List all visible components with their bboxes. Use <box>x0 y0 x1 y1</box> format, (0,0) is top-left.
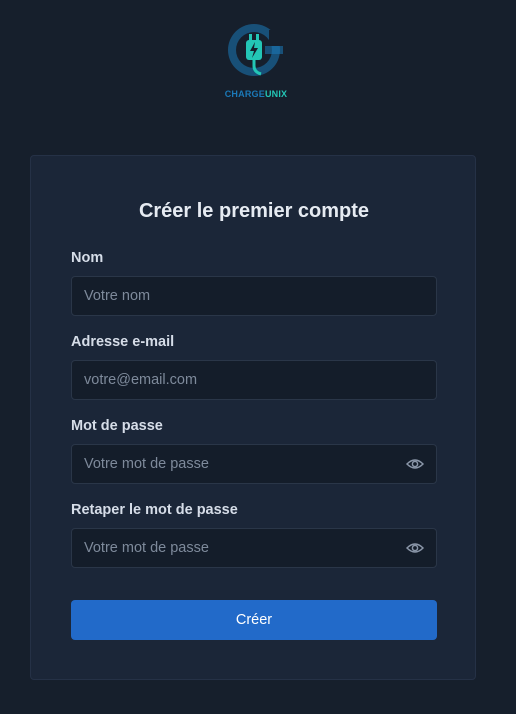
eye-icon[interactable] <box>406 541 424 555</box>
page: CHARGEUNIX Créer le premier compte Nom A… <box>0 0 516 714</box>
logo-text-unix: UNIX <box>264 89 288 99</box>
chargeunix-logo: CHARGEUNIX <box>216 20 296 104</box>
confirm-password-label: Retaper le mot de passe <box>71 502 238 518</box>
name-field-box <box>71 276 437 316</box>
create-button[interactable]: Créer <box>71 600 437 640</box>
email-label: Adresse e-mail <box>71 334 175 350</box>
name-label: Nom <box>71 250 104 266</box>
password-input[interactable] <box>84 445 394 483</box>
password-label: Mot de passe <box>71 418 163 434</box>
password-field-box <box>71 444 437 484</box>
name-input[interactable] <box>84 277 394 315</box>
email-field-box <box>71 360 437 400</box>
email-input[interactable] <box>84 361 394 399</box>
logo-wordmark: CHARGEUNIX <box>216 89 296 99</box>
page-title: Créer le premier compte <box>138 200 370 222</box>
confirm-password-input[interactable] <box>84 529 394 567</box>
eye-icon[interactable] <box>406 457 424 471</box>
confirm-password-field-box <box>71 528 437 568</box>
logo-mark-icon <box>228 24 285 76</box>
signup-card: Créer le premier compte Nom Adresse e-ma… <box>30 155 476 680</box>
logo-text-charge: CHARGE <box>224 89 265 99</box>
